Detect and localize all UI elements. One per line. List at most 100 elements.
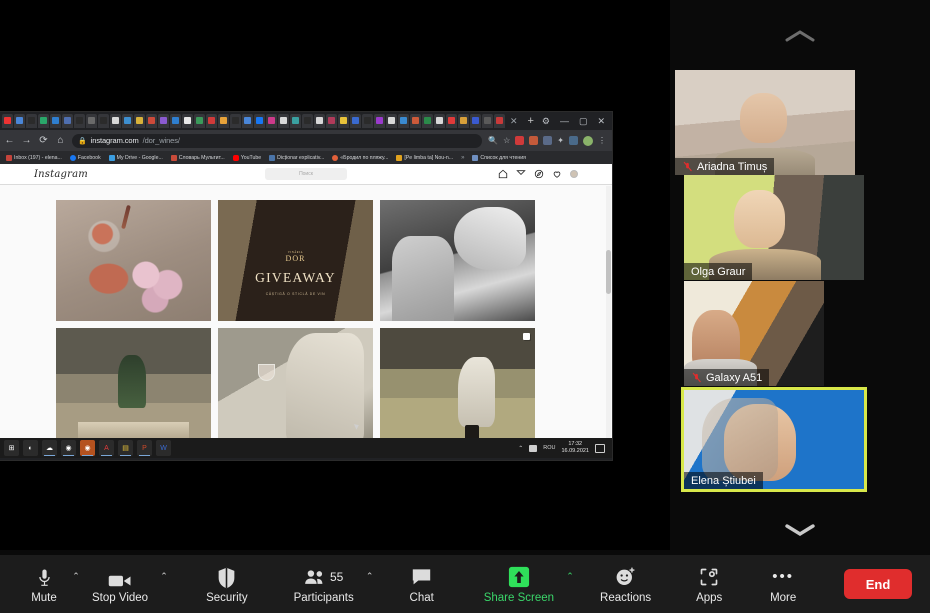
browser-tab[interactable]: [218, 114, 229, 128]
zoom-control-toolbar[interactable]: Mute ⌃ Stop Video ⌃ Security 55 Particip…: [0, 555, 930, 613]
maximize-icon[interactable]: ▢: [579, 116, 588, 126]
browser-tab[interactable]: [410, 114, 421, 128]
browser-tab[interactable]: [338, 114, 349, 128]
profile-avatar-icon[interactable]: [570, 170, 578, 178]
reactions-button[interactable]: Reactions: [590, 558, 661, 610]
browser-tab[interactable]: [470, 114, 481, 128]
browser-tab[interactable]: [110, 114, 121, 128]
instagram-post[interactable]: [380, 200, 535, 321]
gear-icon[interactable]: ⚙: [542, 116, 550, 126]
reading-list-button[interactable]: Список для чтения: [469, 154, 528, 161]
participant-tile[interactable]: Olga Graur: [684, 175, 864, 280]
browser-tab[interactable]: [74, 114, 85, 128]
extension-icon[interactable]: [529, 136, 539, 145]
language-indicator[interactable]: ROU: [543, 445, 555, 451]
mute-button[interactable]: Mute: [18, 558, 70, 610]
bookmark-item[interactable]: Dicționar explicativ...: [266, 154, 327, 161]
instagram-post[interactable]: [56, 200, 211, 321]
browser-tab[interactable]: [326, 114, 337, 128]
audio-options-caret[interactable]: ⌃: [70, 558, 82, 610]
participants-options-caret[interactable]: ⌃: [364, 558, 376, 610]
browser-tab[interactable]: [266, 114, 277, 128]
word-icon[interactable]: W: [156, 440, 171, 456]
bookmarks-bar[interactable]: Inbox (197) - elena... Facebook My Drive…: [0, 151, 612, 164]
end-meeting-button[interactable]: End: [844, 569, 912, 599]
participant-tile[interactable]: Ariadna Timuș: [675, 70, 855, 175]
extension-icon[interactable]: [569, 136, 578, 145]
apps-button[interactable]: Apps: [683, 558, 735, 610]
instagram-page[interactable]: Instagram Поиск VINĂRIA DOR GIVEAWAY CÂȘ…: [0, 164, 612, 438]
action-center-icon[interactable]: [595, 443, 605, 453]
bookmark-item[interactable]: Facebook: [67, 154, 104, 161]
browser-tab[interactable]: [134, 114, 145, 128]
browser-tab[interactable]: [206, 114, 217, 128]
new-tab-button[interactable]: +: [528, 115, 534, 127]
browser-tab[interactable]: [182, 114, 193, 128]
adobe-acrobat-icon[interactable]: A: [99, 440, 114, 456]
security-button[interactable]: Security: [196, 558, 258, 610]
avatar-icon[interactable]: [583, 135, 593, 146]
bookmark-item[interactable]: «Бродил по пляжу...: [329, 154, 391, 161]
video-options-caret[interactable]: ⌃: [158, 558, 170, 610]
browser-tab[interactable]: [122, 114, 133, 128]
browser-tab[interactable]: [278, 114, 289, 128]
extension-icon[interactable]: [515, 136, 525, 145]
minimize-icon[interactable]: —: [560, 116, 569, 126]
browser-tab[interactable]: [350, 114, 361, 128]
browser-tab[interactable]: [302, 114, 313, 128]
browser-toolbar[interactable]: ← → ⟳ ⌂ 🔒 instagram.com /dor_wines/ 🔍 ☆ …: [0, 130, 612, 151]
browser-tab[interactable]: [146, 114, 157, 128]
messenger-icon[interactable]: [516, 169, 526, 179]
windows-start-icon[interactable]: ⊞: [4, 440, 19, 456]
stop-video-button[interactable]: Stop Video: [82, 558, 158, 610]
close-icon[interactable]: ✕: [597, 116, 605, 126]
browser-tab[interactable]: [482, 114, 493, 128]
arrow-right-icon[interactable]: →: [21, 135, 32, 146]
browser-tab[interactable]: [158, 114, 169, 128]
browser-tab[interactable]: [2, 114, 13, 128]
browser-tab[interactable]: [362, 114, 373, 128]
browser-tab[interactable]: [170, 114, 181, 128]
browser-tab[interactable]: [254, 114, 265, 128]
file-explorer-icon[interactable]: ▤: [118, 440, 133, 456]
browser-tab-strip[interactable]: ✕ + ⚙ — ▢ ✕: [0, 112, 612, 130]
browser-tab[interactable]: [242, 114, 253, 128]
instagram-logo[interactable]: Instagram: [34, 169, 88, 180]
shared-browser-window[interactable]: ✕ + ⚙ — ▢ ✕ ← → ⟳ ⌂ 🔒 instagram.com /dor: [0, 112, 612, 460]
instagram-post[interactable]: [380, 328, 535, 438]
windows-taskbar[interactable]: ⊞ ◐ ☁ ◉ ◉ A ▤ P W ⌃ ROU 17:32 16.09.2021: [0, 438, 612, 458]
page-scrollbar-thumb[interactable]: [606, 250, 611, 294]
browser-tab[interactable]: [446, 114, 457, 128]
browser-tab[interactable]: [422, 114, 433, 128]
page-scrollbar-track[interactable]: [606, 186, 611, 438]
address-bar[interactable]: 🔒 instagram.com /dor_wines/: [72, 133, 483, 148]
browser-tab[interactable]: [386, 114, 397, 128]
bookmark-item[interactable]: YouTube: [230, 154, 264, 161]
instagram-post[interactable]: [56, 328, 211, 438]
bookmark-item[interactable]: My Drive - Google...: [106, 154, 166, 161]
browser-tab[interactable]: [494, 114, 505, 128]
extension-icon[interactable]: [543, 136, 553, 145]
puzzle-icon[interactable]: ✦: [557, 136, 564, 145]
instagram-post[interactable]: [218, 328, 373, 438]
taskbar-clock[interactable]: 17:32 16.09.2021: [561, 441, 589, 455]
bookmark-item[interactable]: [Pe limba ta] Nou-n...: [393, 154, 456, 161]
browser-tab[interactable]: [50, 114, 61, 128]
browser-tab[interactable]: [38, 114, 49, 128]
bookmark-item[interactable]: Inbox (197) - elena...: [3, 154, 65, 161]
browser-tab[interactable]: [434, 114, 445, 128]
browser-tab[interactable]: [458, 114, 469, 128]
chevron-up-icon[interactable]: ⌃: [518, 445, 523, 452]
browser-tab[interactable]: [374, 114, 385, 128]
share-screen-button[interactable]: Share Screen: [474, 558, 564, 610]
browser-tab[interactable]: [86, 114, 97, 128]
home-icon[interactable]: ⌂: [55, 135, 66, 146]
browser-tab[interactable]: [314, 114, 325, 128]
browser-tab[interactable]: [398, 114, 409, 128]
more-button[interactable]: ••• More: [757, 558, 809, 610]
instagram-post[interactable]: VINĂRIA DOR GIVEAWAY CÂȘTIGĂ O STICLĂ DE…: [218, 200, 373, 321]
bookmark-item[interactable]: Словарь Мультит...: [168, 154, 228, 161]
participant-tile-active-speaker[interactable]: Elena Știubei: [681, 387, 867, 492]
network-icon[interactable]: [529, 444, 538, 452]
instagram-search-input[interactable]: Поиск: [265, 168, 347, 180]
